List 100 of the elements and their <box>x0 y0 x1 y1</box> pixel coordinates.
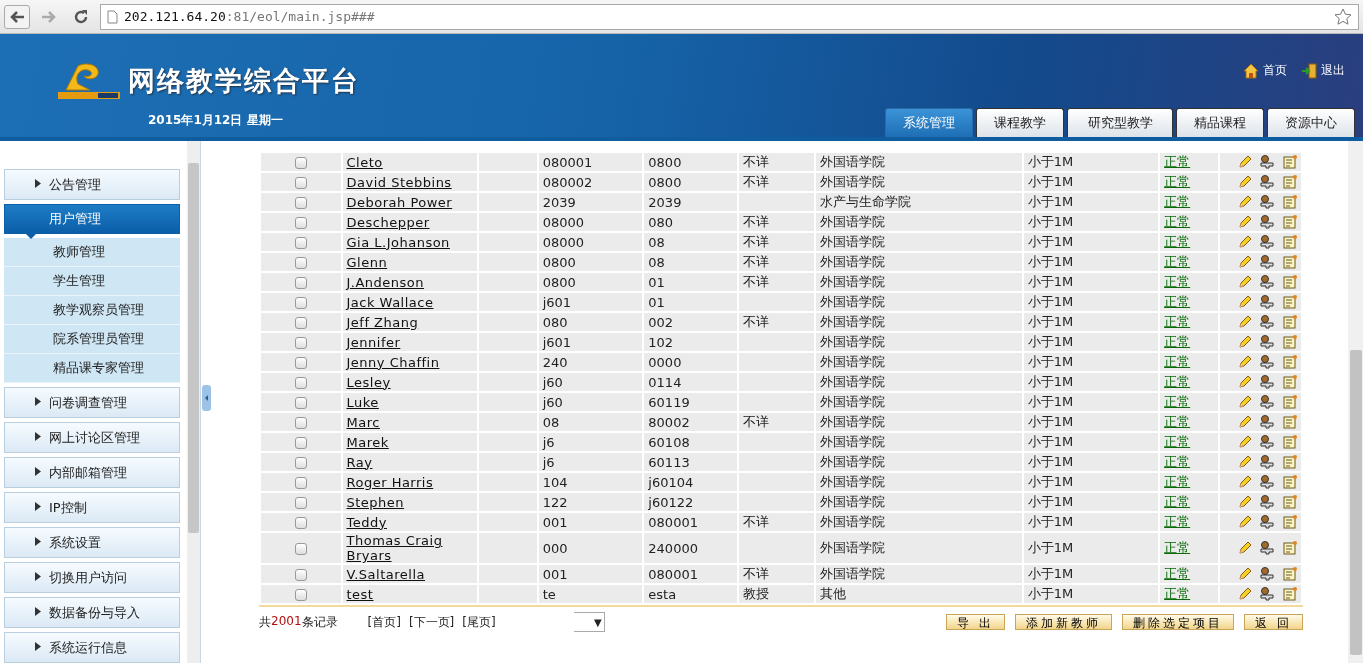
pencil-icon[interactable] <box>1238 315 1252 329</box>
sidebar-item[interactable]: 数据备份与导入 <box>4 597 180 628</box>
nav-tab[interactable]: 资源中心 <box>1267 108 1355 137</box>
pager-link[interactable]: [尾页] <box>462 613 496 631</box>
sidebar-item[interactable]: 切换用户访问 <box>4 562 180 593</box>
pencil-icon[interactable] <box>1238 587 1252 601</box>
notepad-icon[interactable] <box>1283 195 1297 209</box>
row-checkbox[interactable] <box>294 257 307 269</box>
sidebar-subitem[interactable]: 学生管理 <box>4 267 180 296</box>
notepad-icon[interactable] <box>1283 215 1297 229</box>
teacher-name-link[interactable]: Ray <box>346 454 373 470</box>
pencil-icon[interactable] <box>1238 275 1252 289</box>
pencil-icon[interactable] <box>1238 567 1252 581</box>
sidebar-subitem[interactable]: 精品课专家管理 <box>4 354 180 383</box>
pencil-icon[interactable] <box>1238 295 1252 309</box>
sidebar-item[interactable]: IP控制 <box>4 492 180 523</box>
notepad-icon[interactable] <box>1283 567 1297 581</box>
pencil-icon[interactable] <box>1238 255 1252 269</box>
notepad-icon[interactable] <box>1283 455 1297 469</box>
sidebar-item[interactable]: 网上讨论区管理 <box>4 422 180 453</box>
action-button[interactable]: 删除选定项目 <box>1122 614 1235 630</box>
row-checkbox[interactable] <box>294 477 307 489</box>
row-checkbox[interactable] <box>294 377 307 389</box>
pencil-icon[interactable] <box>1238 475 1252 489</box>
notepad-icon[interactable] <box>1283 315 1297 329</box>
row-checkbox[interactable] <box>294 569 307 581</box>
teacher-name-link[interactable]: Marc <box>346 414 380 430</box>
notepad-icon[interactable] <box>1283 415 1297 429</box>
notepad-icon[interactable] <box>1283 335 1297 349</box>
pencil-icon[interactable] <box>1238 355 1252 369</box>
notepad-icon[interactable] <box>1283 587 1297 601</box>
pencil-icon[interactable] <box>1238 415 1252 429</box>
row-checkbox[interactable] <box>294 337 307 349</box>
sidebar-item[interactable]: 公告管理 <box>4 169 180 200</box>
pencil-icon[interactable] <box>1238 375 1252 389</box>
address-field[interactable]: 202.121.64.20:81/eol/main.jsp### <box>100 3 1359 30</box>
action-button[interactable]: 添加新教师 <box>1015 614 1113 630</box>
home-link[interactable]: 首页 <box>1243 62 1287 79</box>
action-button[interactable]: 导 出 <box>946 614 1006 630</box>
sidebar-item[interactable]: 系统设置 <box>4 527 180 558</box>
row-checkbox[interactable] <box>294 589 307 601</box>
row-checkbox[interactable] <box>294 437 307 449</box>
scrollbar-thumb[interactable] <box>188 163 199 533</box>
collapse-handle[interactable] <box>202 385 211 411</box>
notepad-icon[interactable] <box>1283 495 1297 509</box>
nav-tab[interactable]: 研究型教学 <box>1067 108 1173 137</box>
notepad-icon[interactable] <box>1283 475 1297 489</box>
row-checkbox[interactable] <box>294 497 307 509</box>
sidebar-subitem[interactable]: 教学观察员管理 <box>4 296 180 325</box>
notepad-icon[interactable] <box>1283 255 1297 269</box>
pencil-icon[interactable] <box>1238 455 1252 469</box>
sidebar-item[interactable]: 内部邮箱管理 <box>4 457 180 488</box>
row-checkbox[interactable] <box>294 217 307 229</box>
row-checkbox[interactable] <box>294 517 307 529</box>
notepad-icon[interactable] <box>1283 175 1297 189</box>
nav-tab[interactable]: 课程教学 <box>976 108 1064 137</box>
notepad-icon[interactable] <box>1283 515 1297 529</box>
notepad-icon[interactable] <box>1283 295 1297 309</box>
notepad-icon[interactable] <box>1283 235 1297 249</box>
teacher-name-link[interactable]: Luke <box>346 394 379 410</box>
sidebar-item[interactable]: 系统运行信息 <box>4 632 180 663</box>
notepad-icon[interactable] <box>1283 275 1297 289</box>
pager-link[interactable]: [下一页] <box>408 613 455 631</box>
row-checkbox[interactable] <box>294 317 307 329</box>
scrollbar-thumb[interactable] <box>1349 350 1362 655</box>
back-button[interactable] <box>4 4 30 29</box>
nav-tab[interactable]: 精品课程 <box>1176 108 1264 137</box>
notepad-icon[interactable] <box>1283 435 1297 449</box>
page-select[interactable]: ▼ <box>573 612 605 632</box>
row-checkbox[interactable] <box>294 457 307 469</box>
logout-link[interactable]: 退出 <box>1301 62 1345 79</box>
row-checkbox[interactable] <box>294 417 307 429</box>
pager-link[interactable]: [首页] <box>367 613 401 631</box>
row-checkbox[interactable] <box>294 297 307 309</box>
row-checkbox[interactable] <box>294 357 307 369</box>
pencil-icon[interactable] <box>1238 515 1252 529</box>
pencil-icon[interactable] <box>1238 235 1252 249</box>
row-checkbox[interactable] <box>294 197 307 209</box>
sidebar-subitem[interactable]: 院系管理员管理 <box>4 325 180 354</box>
row-checkbox[interactable] <box>294 157 307 169</box>
pencil-icon[interactable] <box>1238 215 1252 229</box>
row-checkbox[interactable] <box>294 277 307 289</box>
star-icon[interactable] <box>1334 7 1352 26</box>
pencil-icon[interactable] <box>1238 395 1252 409</box>
notepad-icon[interactable] <box>1283 375 1297 389</box>
notepad-icon[interactable] <box>1283 395 1297 409</box>
notepad-icon[interactable] <box>1283 155 1297 169</box>
action-button[interactable]: 返 回 <box>1244 614 1303 630</box>
row-checkbox[interactable] <box>294 397 307 409</box>
pencil-icon[interactable] <box>1238 541 1252 555</box>
pencil-icon[interactable] <box>1238 175 1252 189</box>
pencil-icon[interactable] <box>1238 495 1252 509</box>
notepad-icon[interactable] <box>1283 355 1297 369</box>
pencil-icon[interactable] <box>1238 155 1252 169</box>
notepad-icon[interactable] <box>1283 541 1297 555</box>
nav-tab[interactable]: 系统管理 <box>885 108 973 137</box>
row-checkbox[interactable] <box>294 177 307 189</box>
pencil-icon[interactable] <box>1238 435 1252 449</box>
row-checkbox[interactable] <box>294 543 307 555</box>
sidebar-item[interactable]: 问卷调查管理 <box>4 387 180 418</box>
